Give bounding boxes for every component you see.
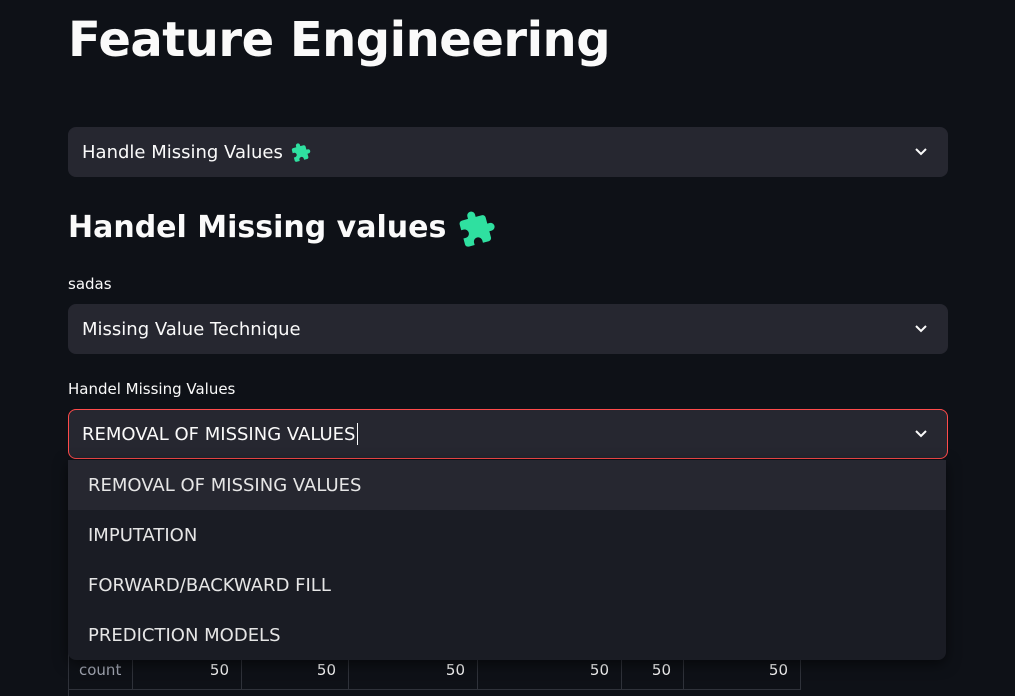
chevron-down-icon[interactable]	[895, 128, 947, 176]
app-page: Feature Engineering Handle Missing Value…	[0, 0, 1015, 696]
handle-select-input[interactable]: REMOVAL OF MISSING VALUES	[82, 423, 895, 445]
dropdown-menu[interactable]: REMOVAL OF MISSING VALUES IMPUTATION FOR…	[68, 460, 946, 660]
puzzle-icon	[291, 142, 311, 162]
dropdown-option[interactable]: FORWARD/BACKWARD FILL	[68, 560, 946, 610]
handle-select-text: REMOVAL OF MISSING VALUES	[82, 423, 356, 445]
section-select-value: Handle Missing Values	[82, 142, 895, 163]
section-heading-text: Handel Missing values	[68, 210, 447, 245]
page-title: Feature Engineering	[68, 12, 611, 68]
dropdown-option[interactable]: IMPUTATION	[68, 510, 946, 560]
chevron-down-icon[interactable]	[895, 305, 947, 353]
technique-select-label: sadas	[68, 275, 112, 293]
handle-select-label: Handel Missing Values	[68, 380, 236, 398]
section-heading: Handel Missing values	[68, 204, 496, 252]
section-select[interactable]: Handle Missing Values	[68, 127, 948, 177]
dropdown-option[interactable]: PREDICTION MODELS	[68, 610, 946, 660]
text-caret	[357, 423, 359, 445]
technique-select-value: Missing Value Technique	[82, 318, 301, 340]
technique-select[interactable]: Missing Value Technique	[68, 304, 948, 354]
handle-select[interactable]: REMOVAL OF MISSING VALUES	[68, 409, 948, 459]
chevron-down-icon[interactable]	[895, 410, 947, 458]
section-select-text: Handle Missing Values	[82, 141, 283, 163]
puzzle-icon	[458, 209, 496, 247]
dropdown-option[interactable]: REMOVAL OF MISSING VALUES	[68, 460, 946, 510]
